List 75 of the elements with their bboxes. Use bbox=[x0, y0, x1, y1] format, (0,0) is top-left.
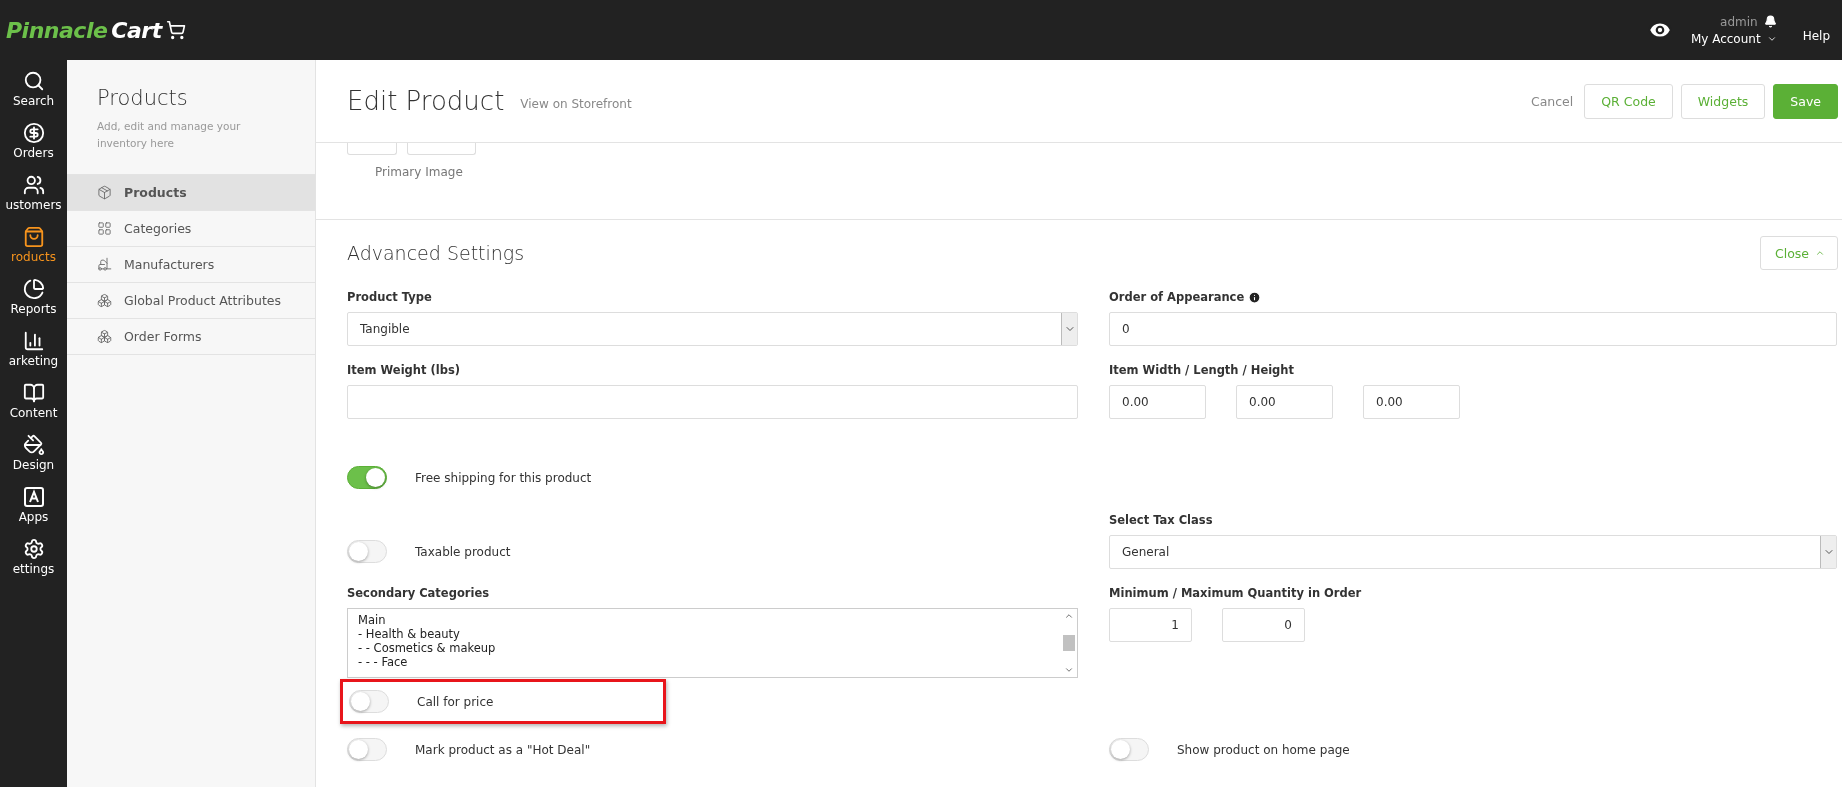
category-list[interactable]: Main - Health & beauty - - Cosmetics & makeup - - - Face bbox=[347, 608, 1078, 678]
sidebar-item[interactable]: Global Product Attributes bbox=[67, 282, 315, 318]
sidebar-item[interactable]: Categories bbox=[67, 210, 315, 246]
field-label: Minimum / Maximum Quantity in Order bbox=[1109, 586, 1363, 600]
paint-bucket-icon bbox=[22, 434, 45, 456]
nav-item[interactable]: Reports bbox=[0, 278, 67, 330]
info-icon[interactable] bbox=[1248, 290, 1262, 304]
forklift-icon bbox=[97, 257, 112, 272]
bar-chart-icon bbox=[22, 330, 45, 352]
list-option[interactable]: - - - Face bbox=[358, 655, 1050, 669]
nav-item[interactable]: arketing bbox=[0, 330, 67, 382]
scroll-thumb[interactable] bbox=[1062, 635, 1075, 651]
image-caption: Primary Image bbox=[375, 165, 464, 179]
nav-item[interactable]: Orders bbox=[0, 122, 67, 174]
select-field[interactable]: General bbox=[1109, 535, 1837, 569]
dollar-icon bbox=[22, 122, 45, 144]
bell-icon[interactable] bbox=[1763, 15, 1777, 28]
list-option[interactable]: - - Cosmetics & makeup bbox=[358, 641, 1050, 655]
nav-item[interactable]: Search bbox=[0, 70, 67, 122]
search-icon bbox=[22, 70, 45, 92]
toggle-label: Call for price bbox=[417, 694, 494, 709]
input-field[interactable]: 0.00 bbox=[1236, 385, 1333, 419]
book-icon bbox=[22, 382, 45, 404]
list-option[interactable]: - Health & beauty bbox=[358, 627, 1050, 641]
app-icon bbox=[22, 486, 45, 508]
caret-icon bbox=[1815, 248, 1825, 258]
input-field[interactable]: 1 bbox=[1109, 608, 1192, 642]
image-button[interactable] bbox=[347, 143, 397, 155]
input-field[interactable]: 0.00 bbox=[1363, 385, 1460, 419]
input-field[interactable] bbox=[347, 385, 1078, 419]
bag-icon bbox=[22, 226, 45, 248]
sidebar-item[interactable]: Order Forms bbox=[67, 318, 315, 354]
settings-icon bbox=[22, 538, 45, 560]
nav-item[interactable]: Apps bbox=[0, 486, 67, 538]
user-name: admin bbox=[1720, 14, 1758, 29]
toggle-label: Free shipping for this product bbox=[415, 470, 592, 485]
chevron-up-icon bbox=[1063, 611, 1074, 621]
toggle-switch[interactable] bbox=[347, 466, 387, 489]
page-title: Edit Product bbox=[347, 86, 505, 116]
section-title: Advanced Settings bbox=[347, 242, 525, 264]
package-icon bbox=[97, 185, 112, 200]
sidebar-description: Add, edit and manage your inventory here bbox=[96, 119, 242, 151]
nav-item[interactable]: Design bbox=[0, 434, 67, 486]
users-icon bbox=[22, 174, 45, 196]
boxes-icon bbox=[97, 329, 112, 344]
field-label: Item Width / Length / Height bbox=[1109, 363, 1296, 377]
field-label: Product Type bbox=[347, 290, 433, 304]
input-field[interactable]: 0 bbox=[1222, 608, 1305, 642]
pie-chart-icon bbox=[22, 278, 45, 300]
toggle-label: Taxable product bbox=[415, 544, 511, 559]
toggle-label: Show product on home page bbox=[1177, 742, 1350, 757]
select-field[interactable]: Tangible bbox=[347, 312, 1078, 346]
sidebar-item[interactable]: Manufacturers bbox=[67, 246, 315, 282]
nav-item[interactable]: ustomers bbox=[0, 174, 67, 226]
field-label: Item Weight (lbs) bbox=[347, 363, 462, 377]
field-label: Order of Appearance bbox=[1109, 290, 1245, 304]
nav-item[interactable]: roducts bbox=[0, 226, 67, 278]
field-label: Select Tax Class bbox=[1109, 513, 1214, 527]
nav-item[interactable]: Content bbox=[0, 382, 67, 434]
sidebar-title: Products bbox=[96, 86, 189, 110]
boxes-icon bbox=[97, 293, 112, 308]
list-option[interactable]: Main bbox=[358, 613, 1050, 627]
account-menu[interactable]: My Account bbox=[1690, 31, 1777, 46]
image-button[interactable] bbox=[407, 143, 476, 155]
field-label: Secondary Categories bbox=[347, 586, 491, 600]
input-field[interactable]: 0 bbox=[1109, 312, 1837, 346]
chevron-down-icon bbox=[1063, 665, 1074, 675]
storefront-link[interactable]: View on Storefront bbox=[520, 97, 632, 111]
nav-item[interactable]: ettings bbox=[0, 538, 67, 590]
logo[interactable]: Pinnacle Cart bbox=[6, 17, 186, 43]
sidebar-item[interactable]: Products bbox=[67, 174, 315, 210]
help-link[interactable]: Help bbox=[1802, 29, 1830, 43]
toggle-label: Mark product as a "Hot Deal" bbox=[415, 742, 591, 757]
input-field[interactable]: 0.00 bbox=[1109, 385, 1206, 419]
grid-icon bbox=[97, 221, 112, 236]
